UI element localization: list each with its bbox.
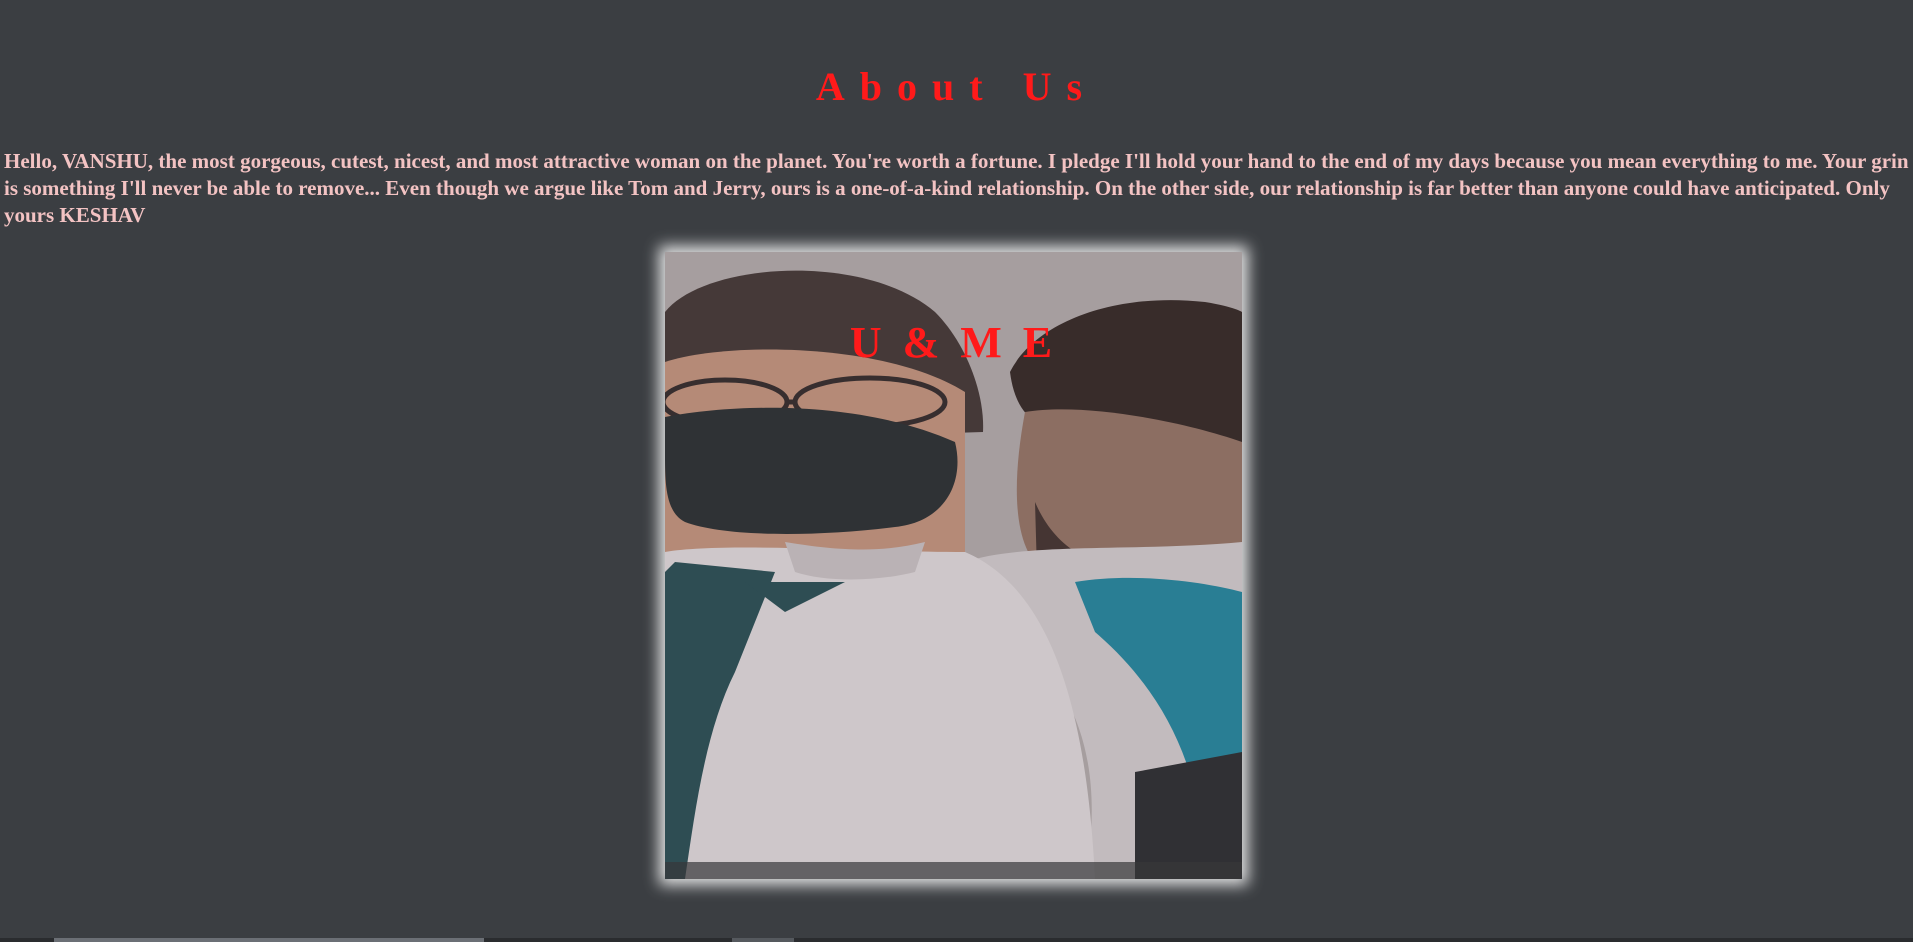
page-title: About Us bbox=[815, 64, 1098, 109]
about-message: Hello, VANSHU, the most gorgeous, cutest… bbox=[4, 149, 1909, 227]
scrollbar-segment bbox=[732, 938, 794, 942]
horizontal-scrollbar[interactable] bbox=[0, 938, 1913, 942]
couple-photo: U & M E bbox=[665, 252, 1242, 879]
scrollbar-thumb[interactable] bbox=[54, 938, 484, 942]
photo-caption: U & M E bbox=[849, 318, 1058, 367]
